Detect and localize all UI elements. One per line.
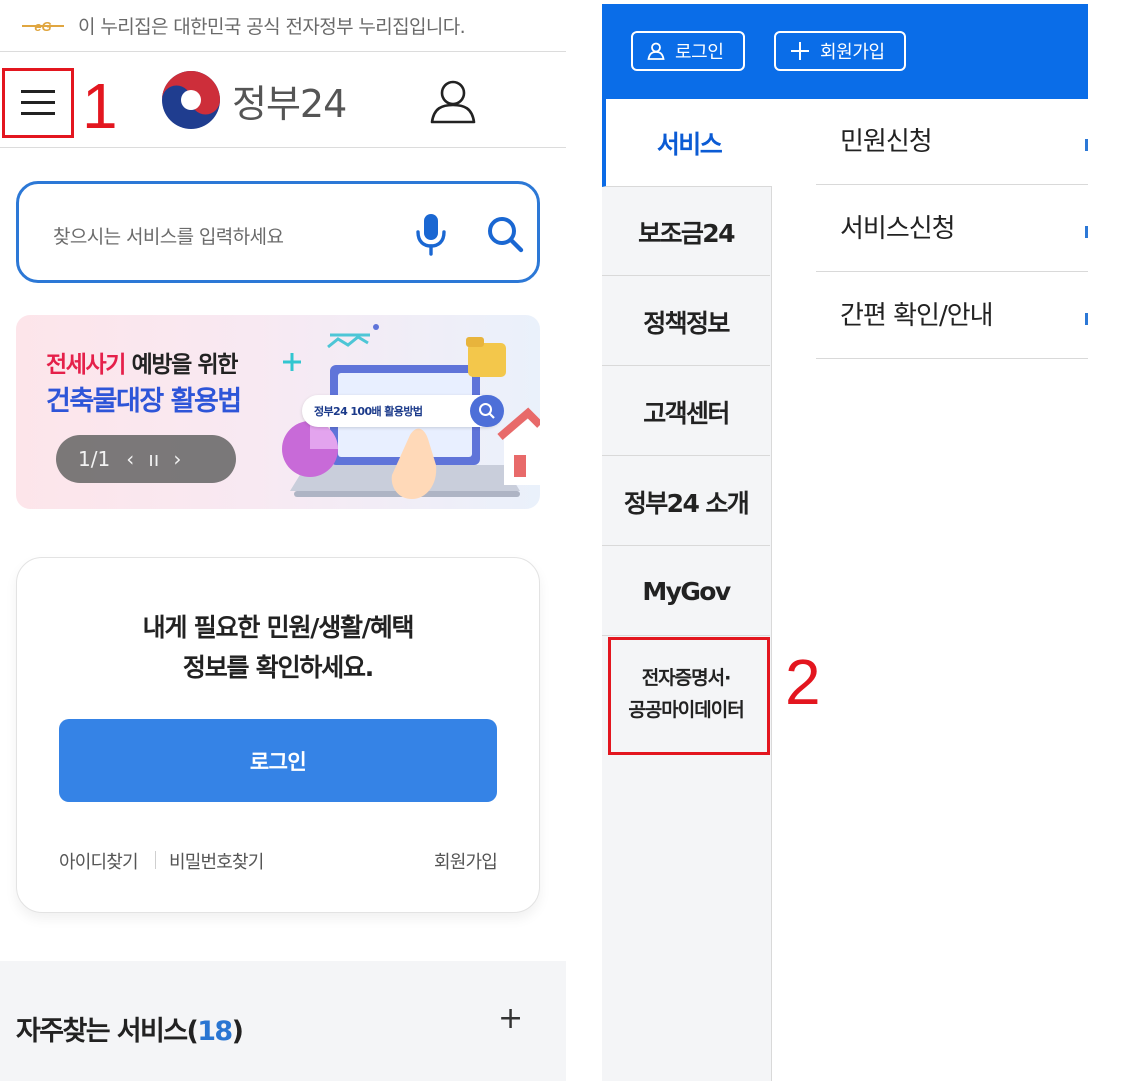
banner-highlight: 전세사기 bbox=[46, 352, 126, 378]
side-menu-drawer: 로그인 회원가입 서비스 보조금24 정책정보 고객센터 정부24 소개 MyG… bbox=[602, 4, 1088, 1081]
submenu-label: 민원신청 bbox=[840, 127, 933, 157]
annotation-highlight-box-2 bbox=[608, 637, 770, 755]
gov24-logo[interactable]: 정부24 bbox=[160, 68, 347, 132]
search-placeholder: 찾으시는 서비스를 입력하세요 bbox=[53, 226, 284, 248]
frequent-services-title: 자주찾는 서비스(18) bbox=[16, 1009, 244, 1048]
plus-icon bbox=[791, 42, 809, 60]
banner-pager: 1/1 ‹ ıı › bbox=[56, 435, 236, 483]
submenu-marker bbox=[1085, 226, 1088, 238]
top-header: 1 정부24 bbox=[0, 52, 566, 148]
user-icon bbox=[647, 42, 665, 60]
mobile-home-screen: eG 이 누리집은 대한민국 공식 전자정부 누리집입니다. 1 정부24 찾으… bbox=[0, 0, 566, 1081]
banner-prev-button[interactable]: ‹ bbox=[126, 447, 134, 471]
banner-next-button[interactable]: › bbox=[173, 447, 181, 471]
frequent-title-close: ) bbox=[231, 1016, 244, 1047]
drawer-login-label: 로그인 bbox=[675, 42, 724, 63]
user-icon[interactable] bbox=[428, 78, 478, 124]
side-menu-column: 서비스 보조금24 정책정보 고객센터 정부24 소개 MyGov 전자증명서·… bbox=[602, 99, 772, 1081]
drawer-join-label: 회원가입 bbox=[820, 42, 885, 63]
frequent-title-text: 자주찾는 서비스( bbox=[16, 1016, 199, 1047]
account-links: 아이디찾기 비밀번호찾기 회원가입 bbox=[59, 848, 498, 876]
hamburger-menu-button[interactable] bbox=[2, 68, 74, 138]
expand-plus-icon[interactable]: + bbox=[498, 1001, 523, 1036]
banner-search-icon bbox=[470, 395, 504, 427]
frequent-services-count: 18 bbox=[197, 1016, 233, 1047]
submenu-marker bbox=[1085, 139, 1088, 151]
hamburger-icon bbox=[21, 90, 55, 115]
microphone-icon[interactable] bbox=[413, 212, 449, 256]
submenu-item-service-application[interactable]: 서비스신청 bbox=[816, 186, 1088, 272]
annotation-number-1: 1 bbox=[82, 70, 118, 142]
drawer-top-bar: 로그인 회원가입 bbox=[602, 4, 1088, 99]
submenu-label: 간편 확인/안내 bbox=[840, 301, 994, 331]
banner-page-indicator: 1/1 bbox=[78, 447, 111, 471]
drawer-join-button[interactable]: 회원가입 bbox=[774, 31, 906, 71]
submenu-marker bbox=[1085, 313, 1088, 325]
frequent-services-section: 자주찾는 서비스(18) + bbox=[0, 961, 566, 1081]
login-message-line2: 정보를 확인하세요. bbox=[182, 653, 374, 682]
annotation-number-2: 2 bbox=[785, 646, 821, 718]
promo-banner[interactable]: 전세사기 예방을 위한 건축물대장 활용법 정부24 100배 활용방법 1/1… bbox=[16, 315, 540, 509]
gov-official-notice: eG 이 누리집은 대한민국 공식 전자정부 누리집입니다. bbox=[0, 0, 566, 52]
login-card: 내게 필요한 민원/생활/혜택 정보를 확인하세요. 로그인 아이디찾기 비밀번… bbox=[16, 557, 540, 913]
svg-text:eG: eG bbox=[34, 19, 51, 34]
side-item-mygov[interactable]: MyGov bbox=[602, 548, 770, 636]
join-link[interactable]: 회원가입 bbox=[434, 848, 498, 874]
side-item-service[interactable]: 서비스 bbox=[602, 99, 772, 187]
login-card-message: 내게 필요한 민원/생활/혜택 정보를 확인하세요. bbox=[17, 608, 539, 688]
login-button[interactable]: 로그인 bbox=[59, 719, 497, 802]
eg-logo-icon: eG bbox=[22, 19, 64, 34]
taegeuk-logo-icon bbox=[162, 71, 220, 129]
find-password-link[interactable]: 비밀번호찾기 bbox=[169, 848, 264, 874]
submenu-item-quick-check[interactable]: 간편 확인/안내 bbox=[816, 273, 1088, 359]
banner-line1-rest: 예방을 위한 bbox=[125, 352, 239, 378]
find-id-link[interactable]: 아이디찾기 bbox=[59, 848, 139, 874]
search-icon[interactable] bbox=[485, 214, 525, 254]
login-message-line1: 내게 필요한 민원/생활/혜택 bbox=[142, 613, 415, 642]
logo-text: 정부24 bbox=[232, 81, 347, 126]
submenu-label: 서비스신청 bbox=[840, 214, 956, 244]
side-item-subsidy24[interactable]: 보조금24 bbox=[602, 188, 770, 276]
search-box[interactable]: 찾으시는 서비스를 입력하세요 bbox=[16, 181, 540, 283]
banner-pause-button[interactable]: ıı bbox=[148, 447, 159, 471]
banner-line1: 전세사기 예방을 위한 bbox=[46, 345, 239, 379]
side-item-about-gov24[interactable]: 정부24 소개 bbox=[602, 458, 770, 546]
submenu-item-civil-application[interactable]: 민원신청 bbox=[816, 99, 1088, 185]
side-item-customer-center[interactable]: 고객센터 bbox=[602, 368, 770, 456]
side-item-policy-info[interactable]: 정책정보 bbox=[602, 278, 770, 366]
gov-notice-text: 이 누리집은 대한민국 공식 전자정부 누리집입니다. bbox=[78, 16, 466, 38]
banner-line2: 건축물대장 활용법 bbox=[46, 386, 242, 417]
drawer-login-button[interactable]: 로그인 bbox=[631, 31, 745, 71]
link-divider bbox=[155, 851, 156, 869]
